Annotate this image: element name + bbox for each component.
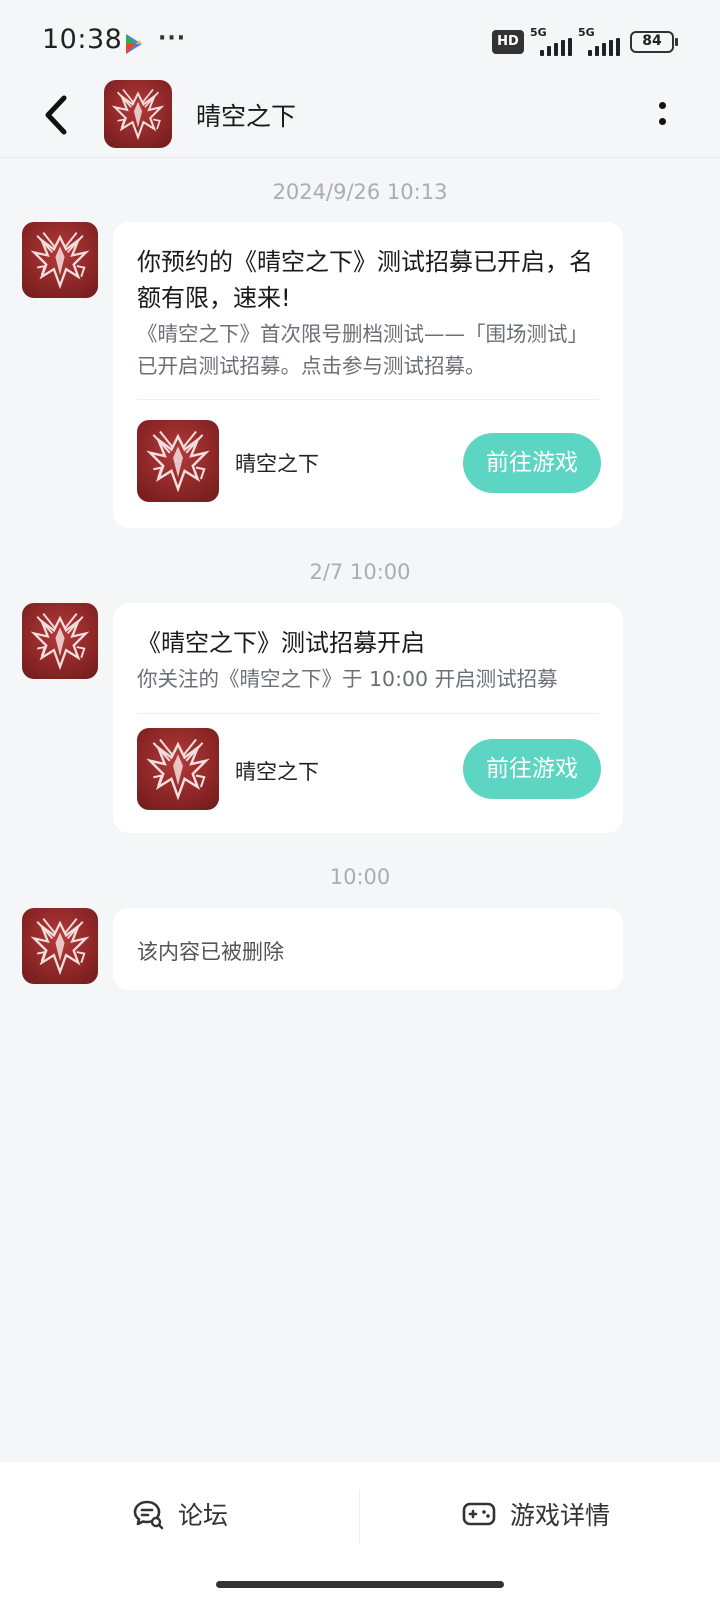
message-timestamp: 2024/9/26 10:13 — [272, 180, 448, 204]
message-card[interactable]: 你预约的《晴空之下》测试招募已开启，名额有限，速来! 《晴空之下》首次限号删档测… — [113, 222, 623, 528]
forum-chat-icon — [133, 1500, 164, 1530]
app-avatar[interactable] — [104, 80, 172, 148]
back-arrow-icon[interactable] — [36, 88, 76, 142]
play-store-icon — [126, 34, 142, 54]
card-divider — [137, 713, 599, 714]
sender-avatar[interactable] — [22, 908, 98, 984]
game-name: 晴空之下 — [235, 452, 319, 476]
message-body: 《晴空之下》首次限号删档测试——「围场测试」已开启测试招募。点击参与测试招募。 — [137, 322, 588, 378]
forum-label: 论坛 — [178, 1501, 229, 1530]
more-vertical-icon[interactable] — [652, 100, 672, 130]
message-title: 《晴空之下》测试招募开启 — [137, 629, 425, 657]
app-logo-icon — [137, 420, 219, 502]
bottom-action-bar: 论坛 游戏详情 — [0, 1462, 720, 1600]
status-bar: 10:38 ··· HD 5G 5G 84 — [0, 0, 720, 80]
gamepad-icon — [462, 1502, 496, 1526]
deleted-message-text: 该内容已被删除 — [137, 940, 284, 964]
card-divider — [137, 399, 599, 400]
page-title: 晴空之下 — [196, 102, 297, 131]
deleted-message-card: 该内容已被删除 — [113, 908, 623, 990]
sender-avatar[interactable] — [22, 222, 98, 298]
message-body: 你关注的《晴空之下》于 10:00 开启测试招募 — [137, 667, 558, 691]
app-logo-icon — [22, 908, 98, 984]
home-indicator[interactable] — [216, 1581, 504, 1588]
notification-overflow-icon: ··· — [158, 26, 187, 51]
bottom-bar-divider — [359, 1490, 360, 1544]
battery-icon: 84 — [630, 31, 678, 53]
message-card[interactable]: 《晴空之下》测试招募开启 你关注的《晴空之下》于 10:00 开启测试招募 晴空… — [113, 603, 623, 833]
game-icon[interactable] — [137, 728, 219, 810]
go-to-game-button[interactable]: 前往游戏 — [463, 433, 601, 493]
game-details-tab[interactable]: 游戏详情 — [462, 1494, 610, 1534]
go-to-game-button[interactable]: 前往游戏 — [463, 739, 601, 799]
chat-header: 晴空之下 — [0, 80, 720, 158]
app-logo-icon — [104, 80, 172, 148]
sender-avatar[interactable] — [22, 603, 98, 679]
game-details-label: 游戏详情 — [510, 1501, 611, 1530]
signal-icon: 5G — [530, 26, 574, 56]
app-logo-icon — [22, 222, 98, 298]
message-timestamp: 2/7 10:00 — [309, 560, 411, 584]
message-title: 你预约的《晴空之下》测试招募已开启，名额有限，速来! — [137, 248, 593, 312]
forum-tab[interactable]: 论坛 — [132, 1494, 228, 1534]
status-time: 10:38 — [42, 24, 123, 55]
app-logo-icon — [22, 603, 98, 679]
message-timestamp: 10:00 — [329, 865, 391, 889]
app-logo-icon — [137, 728, 219, 810]
game-name: 晴空之下 — [235, 760, 319, 784]
hd-badge: HD — [492, 30, 524, 54]
game-icon[interactable] — [137, 420, 219, 502]
signal-icon: 5G — [578, 26, 622, 56]
